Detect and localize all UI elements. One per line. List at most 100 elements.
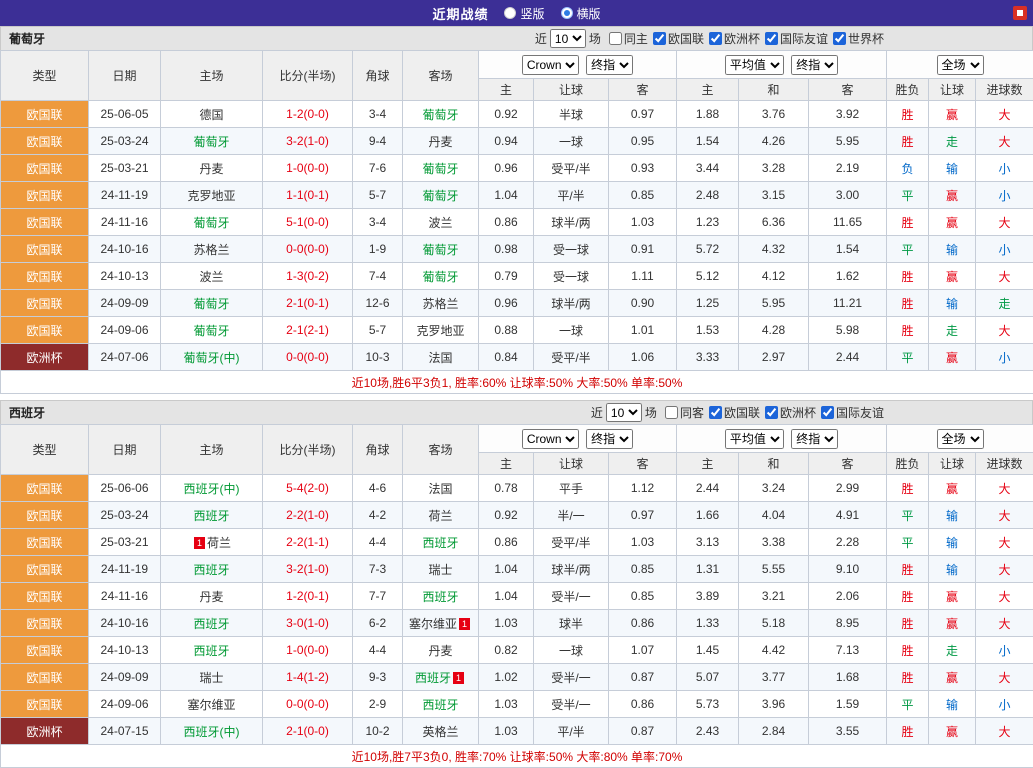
away-team[interactable]: 西班牙1	[403, 664, 479, 691]
match-score[interactable]: 0-0(0-0)	[263, 236, 353, 263]
match-score[interactable]: 2-1(0-0)	[263, 718, 353, 745]
away-team[interactable]: 荷兰	[403, 502, 479, 529]
filter-checkbox[interactable]	[609, 32, 622, 45]
filter-国际友谊[interactable]: 国际友谊	[816, 404, 884, 421]
home-team[interactable]: 塞尔维亚	[161, 691, 263, 718]
filter-欧国联[interactable]: 欧国联	[704, 404, 760, 421]
home-team[interactable]: 葡萄牙(中)	[161, 344, 263, 371]
away-team[interactable]: 苏格兰	[403, 290, 479, 317]
scope-select[interactable]: 全场	[937, 55, 984, 75]
filter-checkbox[interactable]	[709, 406, 722, 419]
filter-世界杯[interactable]: 世界杯	[828, 30, 884, 47]
filter-国际友谊[interactable]: 国际友谊	[760, 30, 828, 47]
match-score[interactable]: 0-0(0-0)	[263, 344, 353, 371]
home-team[interactable]: 克罗地亚	[161, 182, 263, 209]
col-handicap: 让球	[534, 453, 609, 475]
match-score[interactable]: 1-3(0-2)	[263, 263, 353, 290]
filter-checkbox[interactable]	[765, 406, 778, 419]
away-team[interactable]: 葡萄牙	[403, 155, 479, 182]
away-team[interactable]: 法国	[403, 344, 479, 371]
home-team[interactable]: 丹麦	[161, 583, 263, 610]
euro-stage-select[interactable]: 终指	[791, 55, 838, 75]
home-team[interactable]: 苏格兰	[161, 236, 263, 263]
away-team[interactable]: 法国	[403, 475, 479, 502]
home-team[interactable]: 葡萄牙	[161, 317, 263, 344]
home-team[interactable]: 葡萄牙	[161, 209, 263, 236]
result: 输	[929, 236, 976, 263]
home-team[interactable]: 西班牙	[161, 556, 263, 583]
away-team[interactable]: 瑞士	[403, 556, 479, 583]
away-team[interactable]: 塞尔维亚1	[403, 610, 479, 637]
odds-stage-select[interactable]: 终指	[586, 429, 633, 449]
match-score[interactable]: 2-2(1-0)	[263, 502, 353, 529]
average-select[interactable]: 平均值	[725, 55, 784, 75]
away-team[interactable]: 葡萄牙	[403, 182, 479, 209]
scope-select[interactable]: 全场	[937, 429, 984, 449]
home-team[interactable]: 葡萄牙	[161, 290, 263, 317]
filter-checkbox[interactable]	[653, 32, 666, 45]
home-team[interactable]: 西班牙(中)	[161, 475, 263, 502]
filter-checkbox[interactable]	[765, 32, 778, 45]
odds-company-select[interactable]: Crown	[522, 55, 579, 75]
recent-count-select[interactable]: 10	[550, 29, 586, 48]
asian-odds: 0.85	[609, 583, 677, 610]
odds-stage-select[interactable]: 终指	[586, 55, 633, 75]
home-team[interactable]: 德国	[161, 101, 263, 128]
away-team[interactable]: 丹麦	[403, 637, 479, 664]
home-team[interactable]: 西班牙	[161, 637, 263, 664]
match-score[interactable]: 3-2(1-0)	[263, 128, 353, 155]
home-team[interactable]: 西班牙(中)	[161, 718, 263, 745]
average-select[interactable]: 平均值	[725, 429, 784, 449]
match-score[interactable]: 1-1(0-1)	[263, 182, 353, 209]
filter-checkbox[interactable]	[833, 32, 846, 45]
filter-checkbox[interactable]	[665, 406, 678, 419]
away-team[interactable]: 西班牙	[403, 583, 479, 610]
filter-同主[interactable]: 同主	[604, 30, 648, 47]
away-team[interactable]: 葡萄牙	[403, 101, 479, 128]
away-team[interactable]: 克罗地亚	[403, 317, 479, 344]
away-team[interactable]: 波兰	[403, 209, 479, 236]
away-team[interactable]: 西班牙	[403, 529, 479, 556]
home-team[interactable]: 西班牙	[161, 502, 263, 529]
away-team[interactable]: 葡萄牙	[403, 236, 479, 263]
filter-同客[interactable]: 同客	[660, 404, 704, 421]
away-team[interactable]: 葡萄牙	[403, 263, 479, 290]
col-draw: 和	[739, 79, 809, 101]
match-score[interactable]: 1-0(0-0)	[263, 637, 353, 664]
match-date: 25-03-24	[89, 502, 161, 529]
away-team[interactable]: 英格兰	[403, 718, 479, 745]
layout-horizontal-radio[interactable]: 横版	[561, 5, 601, 22]
euro-stage-select[interactable]: 终指	[791, 429, 838, 449]
filter-欧洲杯[interactable]: 欧洲杯	[704, 30, 760, 47]
home-team[interactable]: 葡萄牙	[161, 128, 263, 155]
home-team[interactable]: 1荷兰	[161, 529, 263, 556]
match-score[interactable]: 0-0(0-0)	[263, 691, 353, 718]
match-score[interactable]: 3-0(1-0)	[263, 610, 353, 637]
home-team[interactable]: 丹麦	[161, 155, 263, 182]
filter-欧国联[interactable]: 欧国联	[648, 30, 704, 47]
filter-checkbox[interactable]	[709, 32, 722, 45]
odds-company-select[interactable]: Crown	[522, 429, 579, 449]
match-score[interactable]: 3-2(1-0)	[263, 556, 353, 583]
recent-count-select[interactable]: 10	[606, 403, 642, 422]
match-score[interactable]: 2-1(2-1)	[263, 317, 353, 344]
away-team[interactable]: 西班牙	[403, 691, 479, 718]
match-score[interactable]: 1-2(0-0)	[263, 101, 353, 128]
match-score[interactable]: 5-1(0-0)	[263, 209, 353, 236]
match-score[interactable]: 1-2(0-1)	[263, 583, 353, 610]
match-score[interactable]: 5-4(2-0)	[263, 475, 353, 502]
match-score[interactable]: 2-2(1-1)	[263, 529, 353, 556]
filter-checkbox[interactable]	[821, 406, 834, 419]
asian-odds: 1.03	[479, 691, 534, 718]
app-icon[interactable]	[1013, 6, 1027, 20]
match-score[interactable]: 1-4(1-2)	[263, 664, 353, 691]
filter-欧洲杯[interactable]: 欧洲杯	[760, 404, 816, 421]
home-team[interactable]: 波兰	[161, 263, 263, 290]
home-team[interactable]: 西班牙	[161, 610, 263, 637]
col-type: 类型	[1, 51, 89, 101]
match-score[interactable]: 1-0(0-0)	[263, 155, 353, 182]
match-score[interactable]: 2-1(0-1)	[263, 290, 353, 317]
away-team[interactable]: 丹麦	[403, 128, 479, 155]
home-team[interactable]: 瑞士	[161, 664, 263, 691]
layout-vertical-radio[interactable]: 竖版	[504, 5, 544, 22]
